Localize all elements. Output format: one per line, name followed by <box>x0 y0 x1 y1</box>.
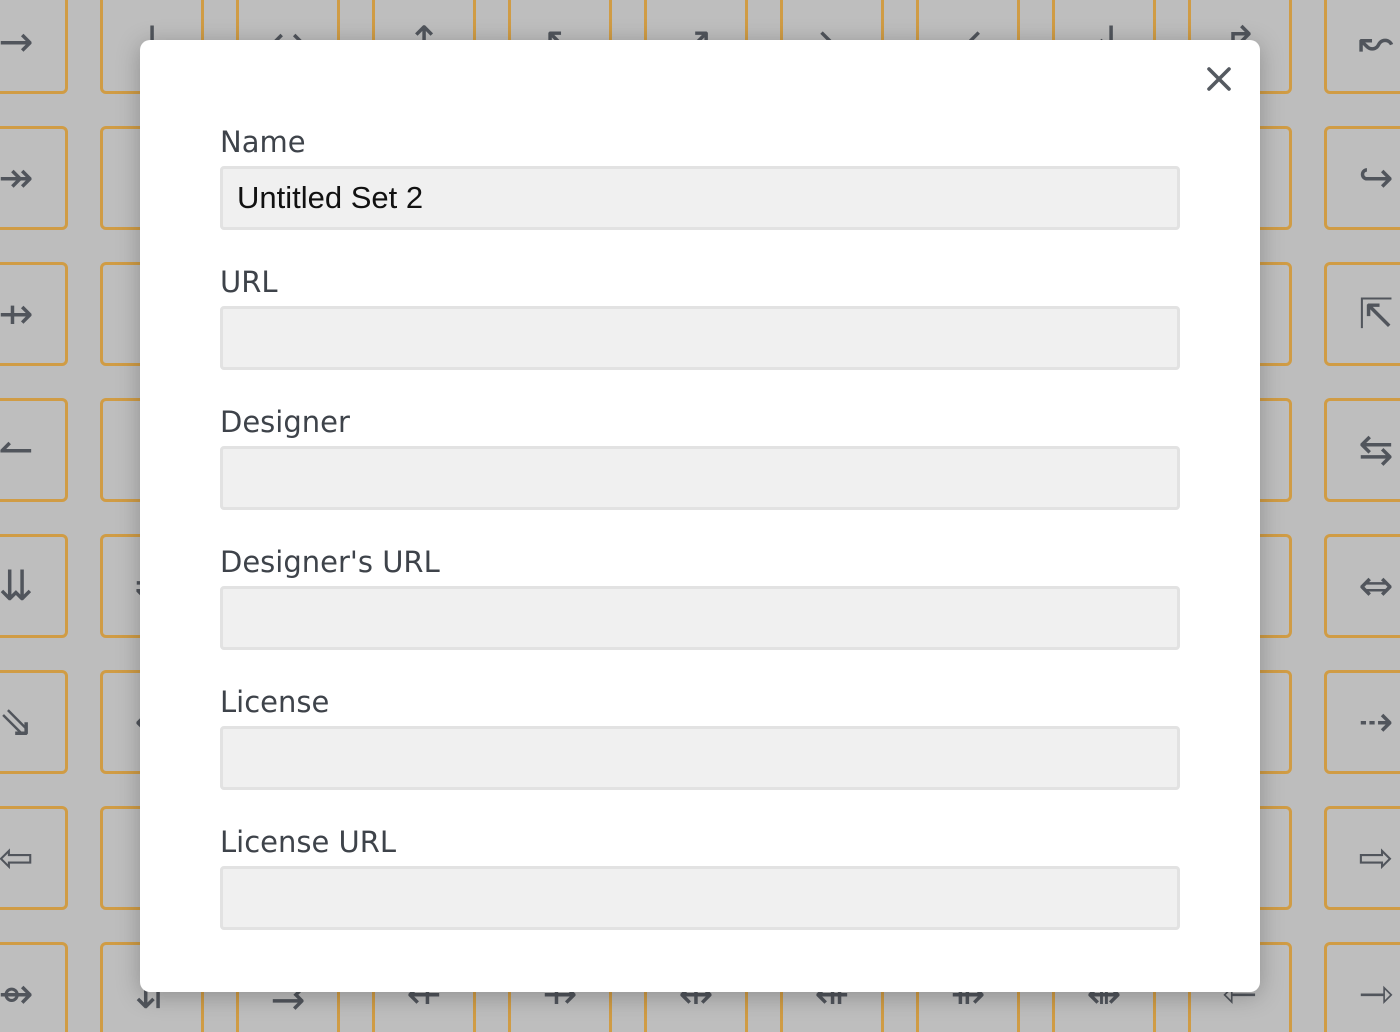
set-info-dialog: Name URL Designer Designer's URL License… <box>140 40 1260 992</box>
close-icon <box>1207 67 1231 91</box>
designer-url-label: Designer's URL <box>220 545 440 579</box>
designer-url-field-group: Designer's URL <box>220 544 1180 650</box>
license-url-field-group: License URL <box>220 824 1180 930</box>
license-input[interactable] <box>220 726 1180 790</box>
url-label: URL <box>220 265 278 299</box>
name-input[interactable] <box>220 166 1180 230</box>
url-field-group: URL <box>220 264 1180 370</box>
designer-label: Designer <box>220 405 350 439</box>
license-url-input[interactable] <box>220 866 1180 930</box>
name-field-group: Name <box>220 124 1180 230</box>
designer-url-input[interactable] <box>220 586 1180 650</box>
license-url-label: License URL <box>220 825 397 859</box>
designer-field-group: Designer <box>220 404 1180 510</box>
url-input[interactable] <box>220 306 1180 370</box>
name-label: Name <box>220 125 306 159</box>
close-button[interactable] <box>1200 60 1238 98</box>
license-field-group: License <box>220 684 1180 790</box>
designer-input[interactable] <box>220 446 1180 510</box>
license-label: License <box>220 685 330 719</box>
